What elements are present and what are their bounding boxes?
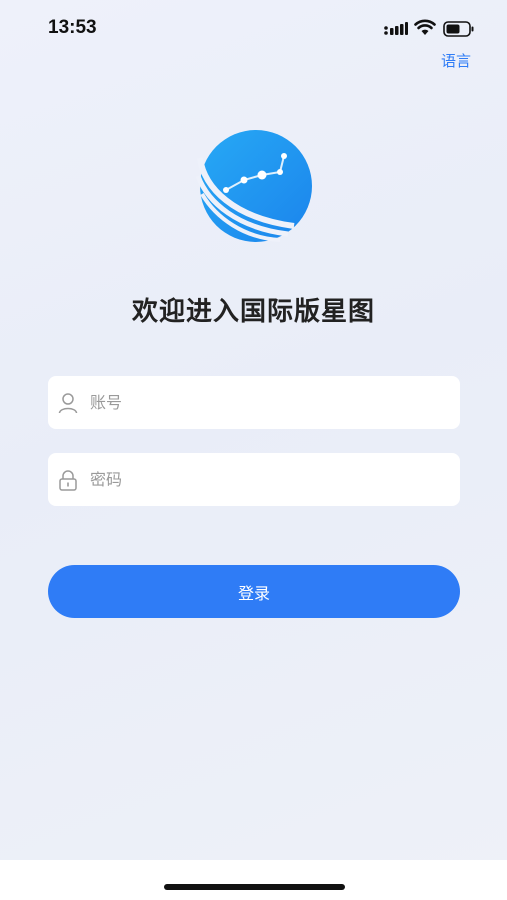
star-map-logo [195, 130, 312, 242]
bottom-bar [0, 860, 507, 900]
wifi-icon [414, 19, 436, 35]
status-bar: 13:53 [0, 0, 507, 58]
user-icon [58, 392, 78, 413]
welcome-title: 欢迎进入国际版星图 [131, 297, 375, 327]
battery-icon [443, 21, 474, 37]
status-time: 13:53 [48, 17, 97, 38]
login-button[interactable]: 登录 [48, 565, 460, 618]
cellular-signal-icon [384, 22, 408, 35]
password-input[interactable] [88, 469, 452, 490]
account-input[interactable] [88, 392, 452, 413]
home-indicator [164, 884, 345, 890]
account-field[interactable] [48, 376, 460, 429]
lock-icon [59, 469, 77, 491]
password-field[interactable] [48, 453, 460, 506]
language-link[interactable]: 语言 [441, 50, 471, 71]
